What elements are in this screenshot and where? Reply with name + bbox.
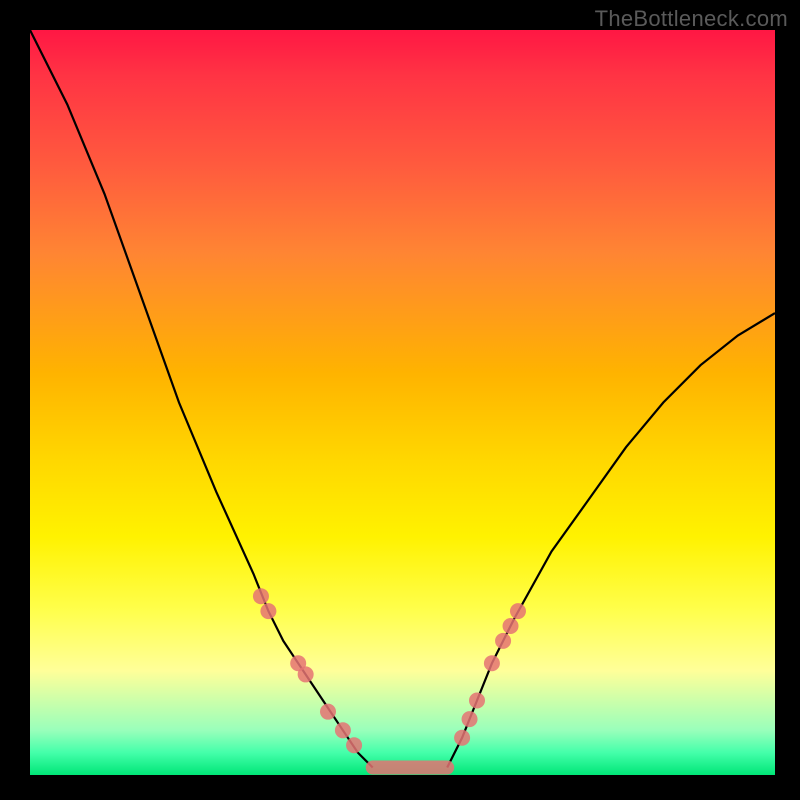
- left-curve: [30, 30, 373, 768]
- left-marker-dot: [346, 737, 362, 753]
- left-marker-dot: [260, 603, 276, 619]
- right-curve: [447, 313, 775, 767]
- right-marker-dot: [510, 603, 526, 619]
- right-marker-dot: [462, 711, 478, 727]
- right-marker-dot: [469, 693, 485, 709]
- markers-group: [253, 588, 526, 753]
- curves-group: [30, 30, 775, 768]
- right-marker-dot: [484, 655, 500, 671]
- right-marker-dot: [495, 633, 511, 649]
- right-marker-dot: [503, 618, 519, 634]
- chart-svg: [30, 30, 775, 775]
- chart-plot-area: [30, 30, 775, 775]
- left-marker-dot: [253, 588, 269, 604]
- left-marker-dot: [298, 666, 314, 682]
- watermark-text: TheBottleneck.com: [595, 6, 788, 32]
- right-marker-dot: [454, 730, 470, 746]
- left-marker-dot: [335, 722, 351, 738]
- left-marker-dot: [320, 704, 336, 720]
